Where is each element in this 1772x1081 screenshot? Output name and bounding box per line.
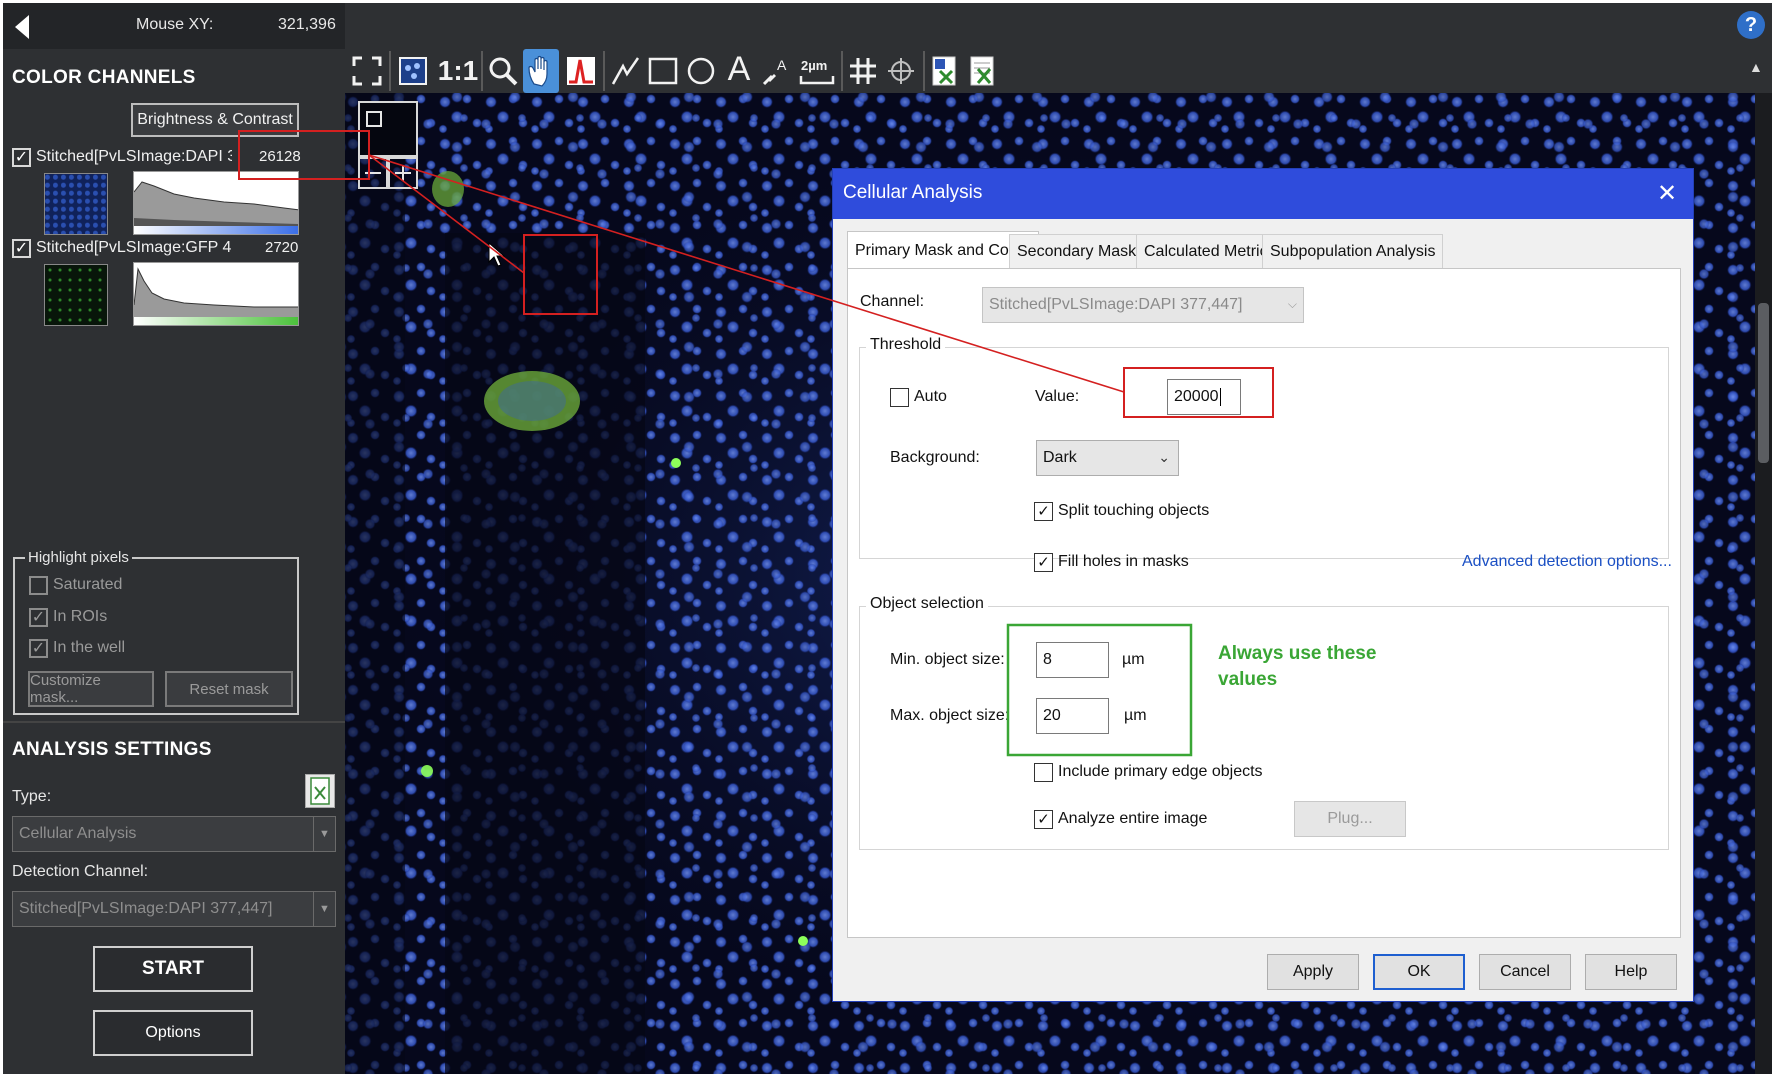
always-use-values-note: Always use these values bbox=[1218, 643, 1377, 690]
threshold-value-highlight-box bbox=[1123, 367, 1274, 418]
object-size-highlight-box bbox=[1006, 623, 1193, 757]
cursor-highlight-box bbox=[523, 234, 598, 315]
connector-line-to-cursor bbox=[368, 154, 525, 274]
max-value-highlight-box bbox=[238, 130, 370, 180]
connector-line-to-threshold bbox=[368, 154, 1125, 393]
annotation-overlay bbox=[238, 130, 1274, 757]
